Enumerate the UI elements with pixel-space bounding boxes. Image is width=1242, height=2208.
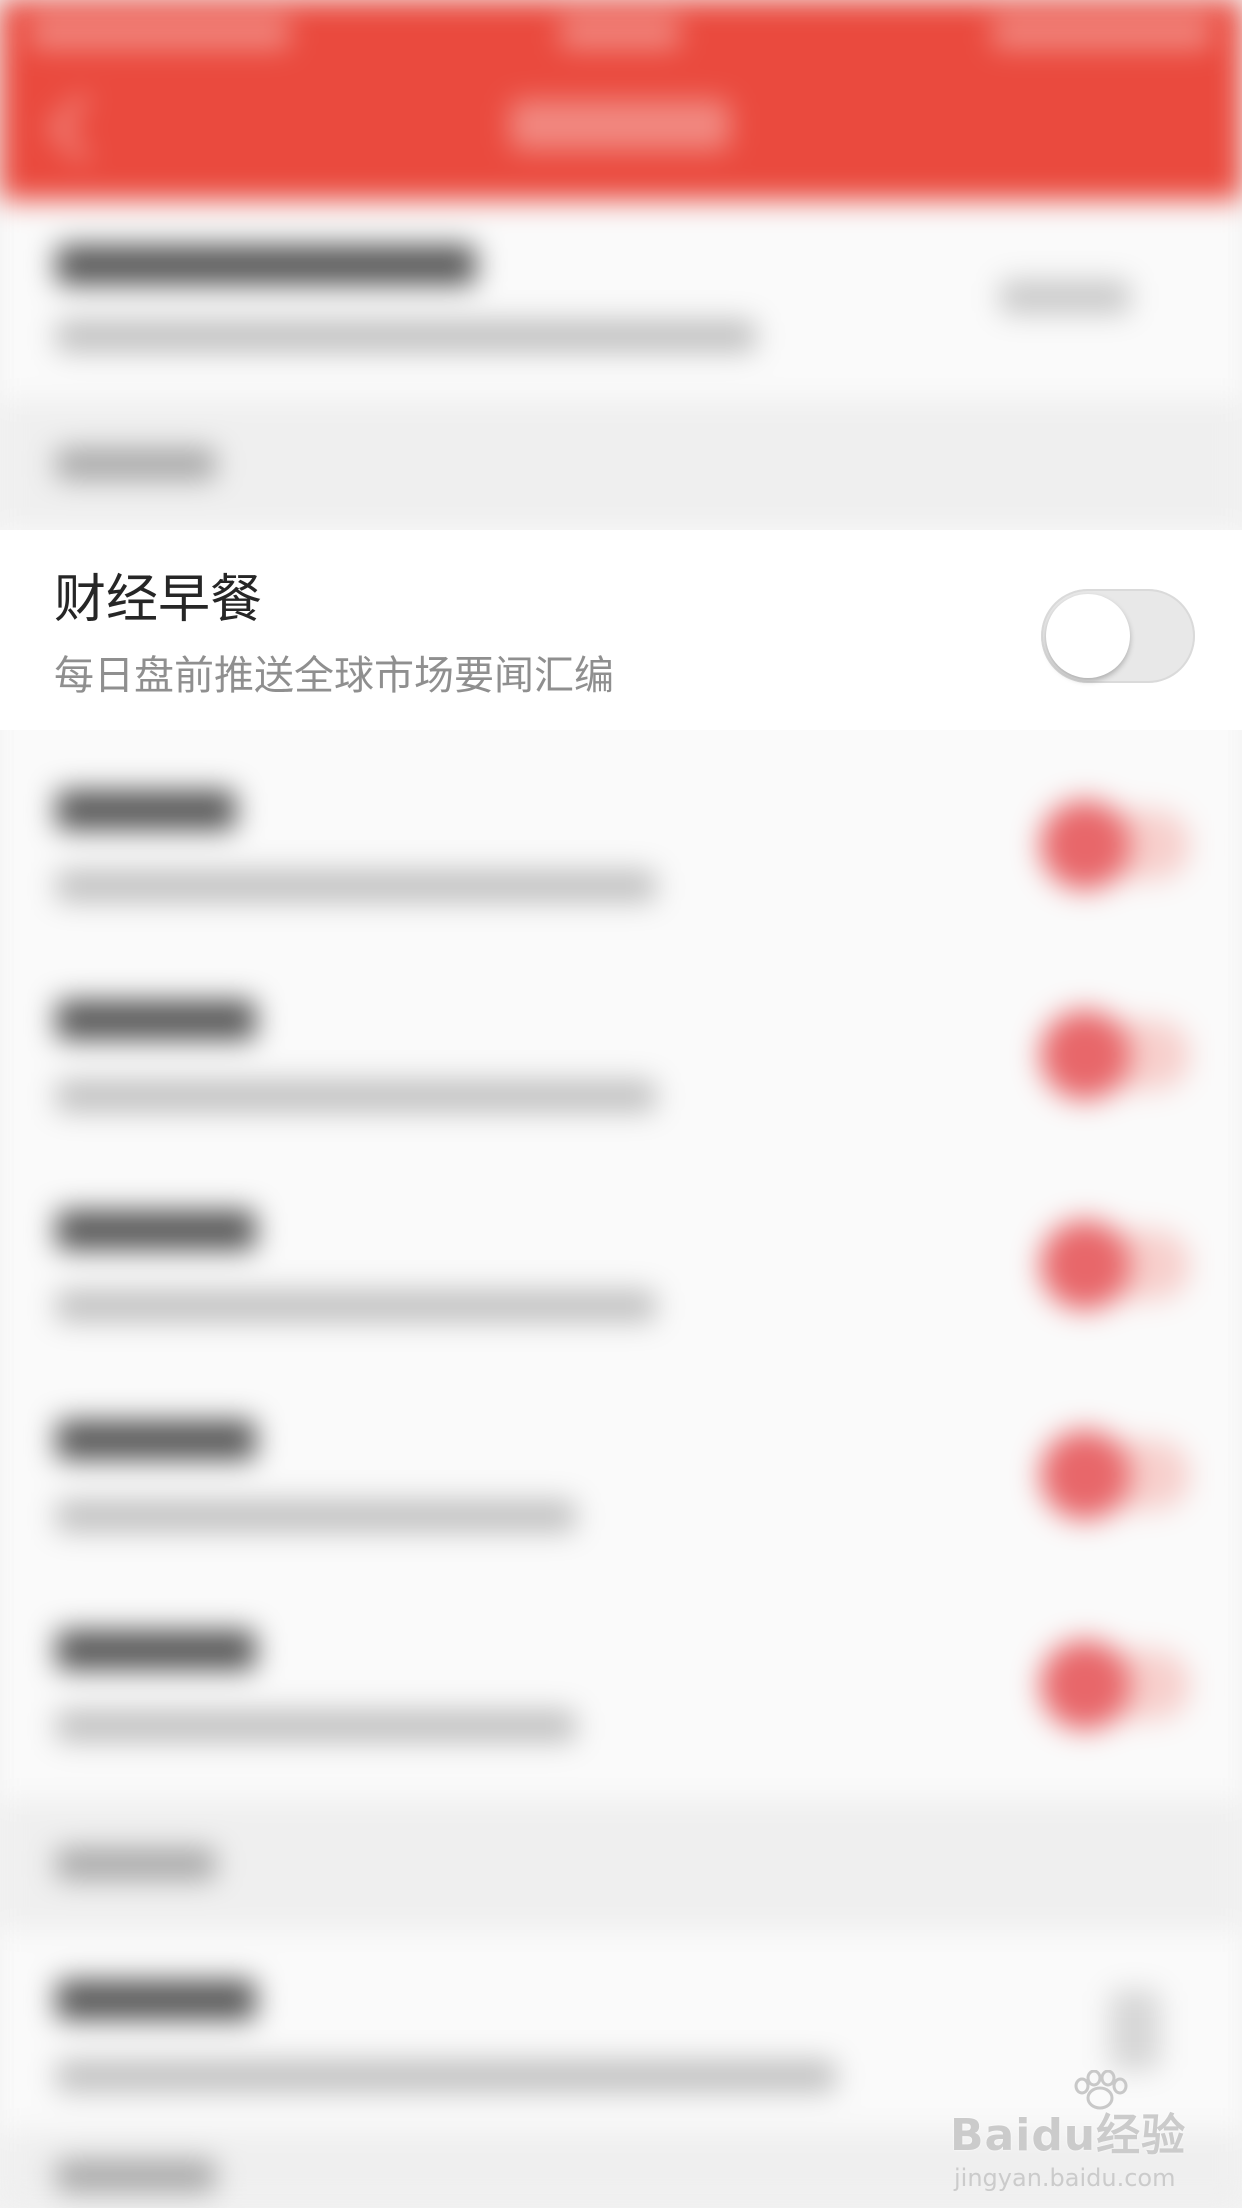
- row-value-placeholder: [1000, 280, 1130, 314]
- toggle-switch-on[interactable]: [1040, 1220, 1190, 1310]
- blurred-background: [0, 0, 1242, 2208]
- toggle-switch-on[interactable]: [1040, 800, 1190, 890]
- chevron-right-icon: [1110, 1990, 1160, 2070]
- row-subtitle-placeholder: [56, 1710, 576, 1742]
- section-label-placeholder: [56, 448, 216, 480]
- status-bar: [0, 0, 1242, 60]
- status-bar-time: [560, 18, 680, 48]
- back-icon[interactable]: [50, 95, 116, 161]
- row-subtitle-placeholder: [56, 870, 656, 902]
- row-title-placeholder: [56, 245, 476, 285]
- page-title: [510, 100, 730, 150]
- watermark-brand: Baidu经验: [950, 2110, 1187, 2161]
- toggle-switch[interactable]: [1041, 589, 1195, 683]
- row-title-placeholder: [56, 1630, 256, 1670]
- toggle-knob: [1046, 594, 1130, 678]
- row-subtitle-placeholder: [56, 320, 756, 352]
- toggle-switch-on[interactable]: [1040, 1640, 1190, 1730]
- row-title-placeholder: [56, 790, 236, 830]
- row-subtitle-placeholder: [56, 1500, 576, 1532]
- section-header: [0, 400, 1242, 530]
- setting-title: 财经早餐: [54, 570, 263, 630]
- status-bar-right: [992, 18, 1212, 48]
- setting-subtitle: 每日盘前推送全球市场要闻汇编: [54, 653, 614, 699]
- row-subtitle-placeholder: [56, 2060, 836, 2092]
- row-subtitle-placeholder: [56, 1080, 656, 1112]
- toggle-switch-on[interactable]: [1040, 1010, 1190, 1100]
- status-bar-left: [30, 18, 290, 48]
- row-title-placeholder: [56, 1000, 256, 1040]
- row-title-placeholder: [56, 1980, 256, 2020]
- baidu-jingyan-watermark: Baidu经验 jingyan.baidu.com: [950, 2070, 1190, 2192]
- header-bar: [0, 0, 1242, 200]
- settings-row-top[interactable]: [0, 200, 1242, 400]
- toggle-switch-on[interactable]: [1040, 1430, 1190, 1520]
- section-label-placeholder: [56, 2160, 216, 2192]
- section-label-placeholder: [56, 1848, 216, 1880]
- watermark-url: jingyan.baidu.com: [954, 2164, 1176, 2192]
- row-title-placeholder: [56, 1420, 256, 1460]
- paw-icon: [1074, 2070, 1128, 2110]
- row-subtitle-placeholder: [56, 1290, 656, 1322]
- row-title-placeholder: [56, 1210, 256, 1250]
- section-header: [0, 1800, 1242, 1930]
